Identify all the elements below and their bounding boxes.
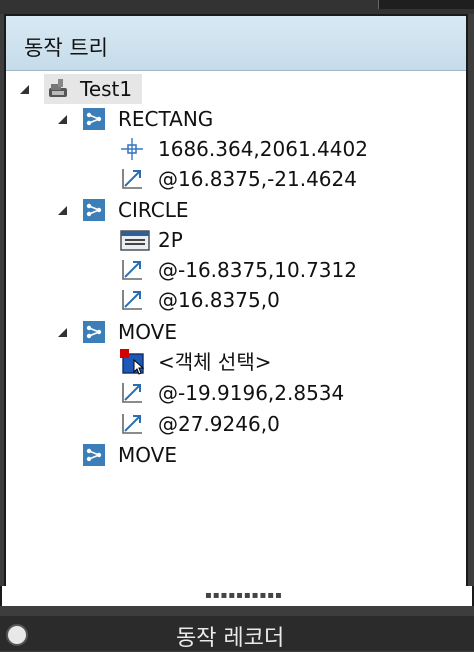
input-value: @27.9246,0 [158,412,280,436]
tree-input-item[interactable]: @16.8375,-21.4624 [120,164,380,194]
command-icon [83,321,105,343]
tree-command-item[interactable]: MOVE [82,317,242,347]
command-label: MOVE [118,443,177,467]
action-tree-panel: 동작 트리 Test1 RECTANG 1686.364,2061.4402 @… [4,14,468,606]
tree-command-item[interactable]: CIRCLE [82,195,242,225]
panel-header: 동작 트리 [6,16,466,71]
command-label: CIRCLE [118,198,189,222]
input-value: @-16.8375,10.7312 [158,258,357,282]
tree-root-label: Test1 [80,77,133,101]
grip-dots-icon: ▪▪▪▪▪▪▪▪▪▪ [205,590,283,601]
command-icon [83,199,105,221]
top-tab[interactable] [378,0,474,9]
top-strip [0,0,474,14]
tree-root-item[interactable]: Test1 [44,74,142,104]
relative-vector-icon [122,290,142,310]
expand-arrow-icon[interactable] [20,85,29,94]
relative-vector-icon [122,383,142,403]
panel-title: 동작 트리 [24,36,108,60]
tree-input-item[interactable]: @16.8375,0 [120,285,380,315]
command-icon [83,108,105,130]
bottom-bar: 동작 레코더 [0,616,474,651]
relative-vector-icon [122,260,142,280]
expand-arrow-icon[interactable] [58,206,67,215]
record-button-icon[interactable] [6,624,28,646]
expand-arrow-icon[interactable] [58,328,67,337]
macro-root-icon [49,79,67,97]
input-value: @16.8375,0 [158,288,280,312]
relative-vector-icon [122,414,142,434]
command-label: RECTANG [118,107,214,131]
command-icon [83,444,105,466]
tree-command-item[interactable]: RECTANG [82,104,242,134]
tree-input-item[interactable]: <객체 선택> [120,347,380,377]
resize-grip[interactable]: ▪▪▪▪▪▪▪▪▪▪ [0,586,474,606]
input-value: 2P [158,228,183,252]
expand-arrow-icon[interactable] [58,115,67,124]
input-value: @-19.9196,2.8534 [158,381,345,405]
separator [0,606,474,616]
tree-input-item[interactable]: @-19.9196,2.8534 [120,378,380,408]
command-label: MOVE [118,320,177,344]
tree-command-item[interactable]: MOVE [82,440,242,470]
input-value: <객체 선택> [158,350,272,374]
option-icon [120,230,150,251]
select-objects-icon [120,349,145,375]
bottom-title: 동작 레코더 [176,626,285,651]
tree-input-item[interactable]: 1686.364,2061.4402 [120,134,380,164]
tree-input-item[interactable]: @27.9246,0 [120,409,380,439]
point-icon [121,138,143,160]
tree-input-item[interactable]: @-16.8375,10.7312 [120,255,380,285]
input-value: 1686.364,2061.4402 [158,137,368,161]
tree-input-item[interactable]: 2P [120,225,380,255]
input-value: @16.8375,-21.4624 [158,167,357,191]
relative-vector-icon [122,169,142,189]
